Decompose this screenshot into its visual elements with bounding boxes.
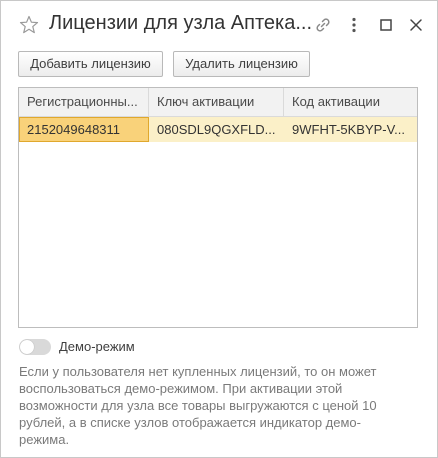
star-icon[interactable] bbox=[19, 15, 39, 35]
table-header: Регистрационны... Ключ активации Код акт… bbox=[19, 88, 417, 117]
cell-activation-code[interactable]: 9WFHT-5KBYP-V... bbox=[284, 117, 417, 142]
window-title: Лицензии для узла Аптека... bbox=[49, 12, 312, 34]
close-icon[interactable] bbox=[406, 15, 426, 35]
cell-registration-number[interactable]: 2152049648311 bbox=[19, 117, 149, 142]
cell-activation-key[interactable]: 080SDL9QGXFLD... bbox=[149, 117, 284, 142]
column-header-registration[interactable]: Регистрационны... bbox=[19, 88, 149, 116]
maximize-icon[interactable] bbox=[376, 15, 396, 35]
toggle-knob bbox=[20, 340, 34, 354]
demo-mode-label: Демо-режим bbox=[59, 339, 135, 354]
column-header-activation-code[interactable]: Код активации bbox=[284, 88, 417, 116]
more-vertical-icon[interactable] bbox=[344, 15, 364, 35]
title-bar: Лицензии для узла Аптека... bbox=[1, 1, 437, 49]
demo-mode-toggle[interactable] bbox=[19, 339, 51, 355]
column-header-activation-key[interactable]: Ключ активации bbox=[149, 88, 284, 116]
link-icon[interactable] bbox=[313, 15, 333, 35]
license-window: Лицензии для узла Аптека... Добавить лиц… bbox=[0, 0, 438, 458]
licenses-table[interactable]: Регистрационны... Ключ активации Код акт… bbox=[18, 87, 418, 328]
delete-license-button[interactable]: Удалить лицензию bbox=[173, 51, 310, 77]
table-row[interactable]: 2152049648311 080SDL9QGXFLD... 9WFHT-5KB… bbox=[19, 117, 417, 142]
add-license-button[interactable]: Добавить лицензию bbox=[18, 51, 163, 77]
demo-mode-hint: Если у пользователя нет купленных лиценз… bbox=[19, 364, 377, 447]
